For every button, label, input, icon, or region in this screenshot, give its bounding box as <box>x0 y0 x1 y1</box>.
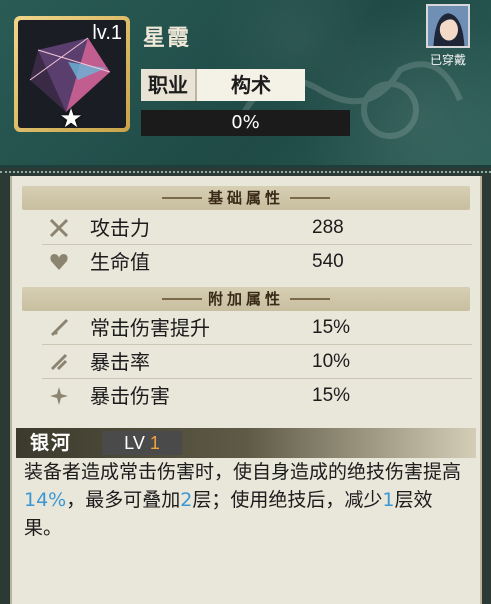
class-row: 职业 构术 <box>141 69 305 101</box>
stat-name: 攻击力 <box>90 216 150 240</box>
heart-icon <box>50 254 68 270</box>
skill-level-label: LV <box>124 433 145 453</box>
stat-value: 540 <box>312 251 344 272</box>
stat-name: 生命值 <box>90 250 150 274</box>
stat-name: 暴击率 <box>90 350 150 374</box>
crossed-swords-icon <box>49 218 69 238</box>
desc-text: 层；使用绝技后，减少 <box>192 489 383 511</box>
stat-name: 暴击伤害 <box>90 384 170 408</box>
base-stats-title: 基础属性 <box>207 189 284 207</box>
star-icon: ★ <box>59 104 83 134</box>
stat-value: 10% <box>312 351 351 372</box>
desc-text: 装备者造成常击伤害时，使自身造成的绝技伤害提高 <box>24 461 462 483</box>
desc-text: ，最多可叠加 <box>66 489 181 511</box>
stat-value: 288 <box>312 217 344 238</box>
character-portrait-icon <box>428 6 468 46</box>
item-name: 星霞 <box>143 25 192 51</box>
class-value: 构术 <box>195 69 305 101</box>
skill-header: 银河 LV 1 <box>16 428 476 458</box>
progress-text: 0% <box>231 112 260 133</box>
stat-row-crit-rate: 暴击率 10% <box>42 346 472 379</box>
character-avatar[interactable] <box>426 4 470 48</box>
stat-row-crit-damage: 暴击伤害 15% <box>42 380 472 412</box>
crit-rate-icon <box>50 353 68 371</box>
divider <box>0 171 491 175</box>
equipment-detail-screen: lv.1 ★ 星霞 职业 构术 0% 已穿戴 基础属性 攻击力 288 生命值 … <box>0 0 491 604</box>
desc-highlight: 2 <box>180 489 193 511</box>
extra-stats-header: 附加属性 <box>22 287 470 311</box>
stat-name: 常击伤害提升 <box>90 316 210 340</box>
skill-level-value: 1 <box>149 433 160 453</box>
base-stats-header: 基础属性 <box>22 186 470 210</box>
progress-bar: 0% <box>141 110 350 136</box>
desc-highlight: 14% <box>24 489 67 511</box>
stat-value: 15% <box>312 385 351 406</box>
sword-icon <box>50 318 69 337</box>
extra-stats-title: 附加属性 <box>207 290 284 308</box>
stat-row-hp: 生命值 540 <box>42 246 472 278</box>
stat-value: 15% <box>312 317 351 338</box>
equipped-status: 已穿戴 <box>429 53 466 67</box>
stat-row-normal-attack-dmg: 常击伤害提升 15% <box>42 312 472 345</box>
skill-level-badge: LV 1 <box>102 431 182 455</box>
crit-damage-icon <box>50 387 68 405</box>
class-label: 职业 <box>141 69 195 101</box>
item-header: lv.1 ★ 星霞 职业 构术 0% 已穿戴 <box>0 0 491 168</box>
skill-description: 装备者造成常击伤害时，使自身造成的绝技伤害提高 14%，最多可叠加2层；使用绝技后… <box>24 458 464 542</box>
desc-highlight: 1 <box>382 489 395 511</box>
skill-name: 银河 <box>30 432 73 454</box>
stat-row-attack: 攻击力 288 <box>42 212 472 245</box>
item-level: lv.1 <box>92 22 122 44</box>
